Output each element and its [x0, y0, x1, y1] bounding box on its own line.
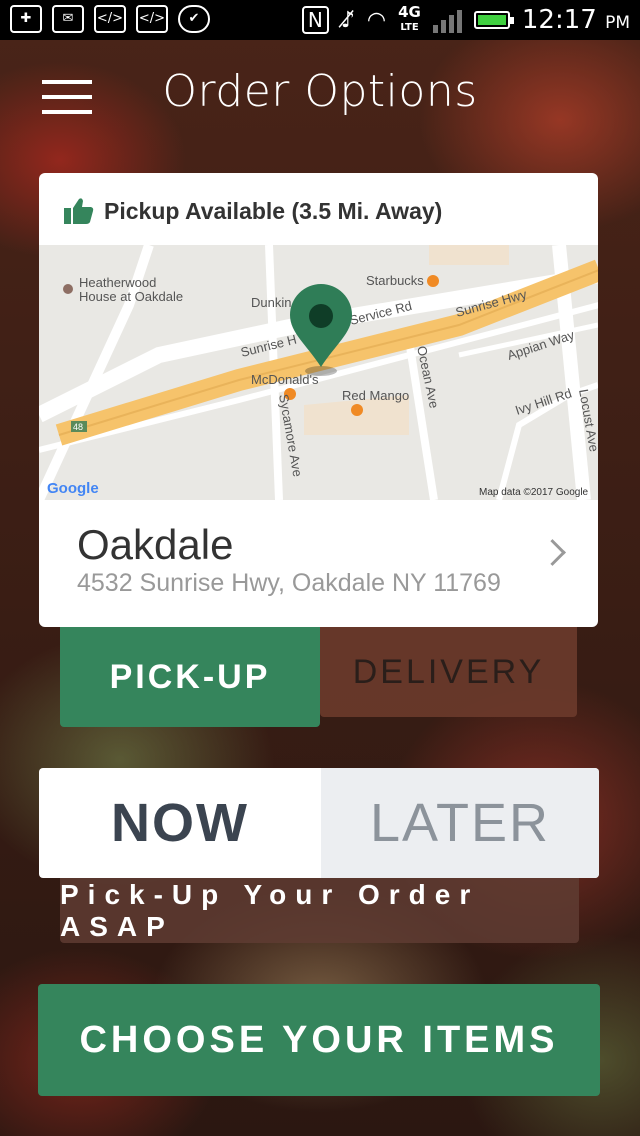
map-attribution: Map data ©2017 Google	[479, 487, 589, 498]
location-card[interactable]: Pickup Available (3.5 Mi. Away) 48 Heath…	[39, 173, 598, 627]
map-route-number: 48	[73, 422, 83, 432]
order-type-tabs: PICK-UP DELIVERY	[60, 627, 577, 727]
tab-delivery[interactable]: DELIVERY	[320, 627, 577, 717]
add-icon: ✚	[10, 5, 42, 33]
map-label: McDonald's	[251, 372, 319, 387]
clock: 12:17 PM	[522, 5, 630, 35]
location-name: Oakdale	[77, 521, 234, 568]
map-label: Starbucks	[366, 273, 424, 288]
map-label: House at Oakdale	[79, 289, 183, 304]
signal-icon	[432, 7, 462, 33]
availability-row: Pickup Available (3.5 Mi. Away)	[64, 191, 442, 231]
wifi-icon: ◠	[366, 7, 387, 33]
mute-icon: ♪̸	[340, 7, 355, 33]
timing-toggle: NOW LATER	[39, 768, 599, 878]
mail-icon: ✉	[52, 5, 84, 33]
check-icon: ✔	[178, 5, 210, 33]
chevron-right-icon[interactable]	[539, 539, 566, 566]
nfc-icon: N	[301, 6, 329, 34]
code-icon: </>	[136, 5, 168, 33]
choose-items-button[interactable]: CHOOSE YOUR ITEMS	[38, 984, 600, 1096]
timing-message: Pick-Up Your Order ASAP	[60, 878, 579, 943]
tab-pickup[interactable]: PICK-UP	[60, 627, 320, 727]
map-label: Dunkin	[251, 295, 291, 310]
network-type: 4G LTE	[398, 3, 421, 34]
location-map[interactable]: 48 Heatherwood House at Oakdale Starbuck…	[39, 245, 598, 500]
battery-icon	[473, 11, 514, 29]
map-label: Heatherwood	[79, 275, 156, 290]
google-logo: Google	[47, 480, 99, 497]
map-label: Red Mango	[342, 388, 409, 403]
network-sublabel: LTE	[400, 22, 419, 33]
tab-now[interactable]: NOW	[39, 768, 321, 878]
tab-later[interactable]: LATER	[321, 768, 599, 878]
code-icon: </>	[94, 5, 126, 33]
status-bar: ✚ ✉ </> </> ✔ N ♪̸ ◠ 4G LTE 12:17 PM	[0, 0, 640, 40]
thumbs-up-icon	[64, 198, 94, 224]
network-label: 4G	[398, 3, 421, 21]
clock-time: 12:17	[521, 5, 597, 35]
clock-ampm: PM	[605, 13, 630, 33]
location-address: 4532 Sunrise Hwy, Oakdale NY 11769	[77, 569, 501, 597]
page-title: Order Options	[162, 66, 478, 117]
availability-text: Pickup Available (3.5 Mi. Away)	[104, 197, 443, 224]
